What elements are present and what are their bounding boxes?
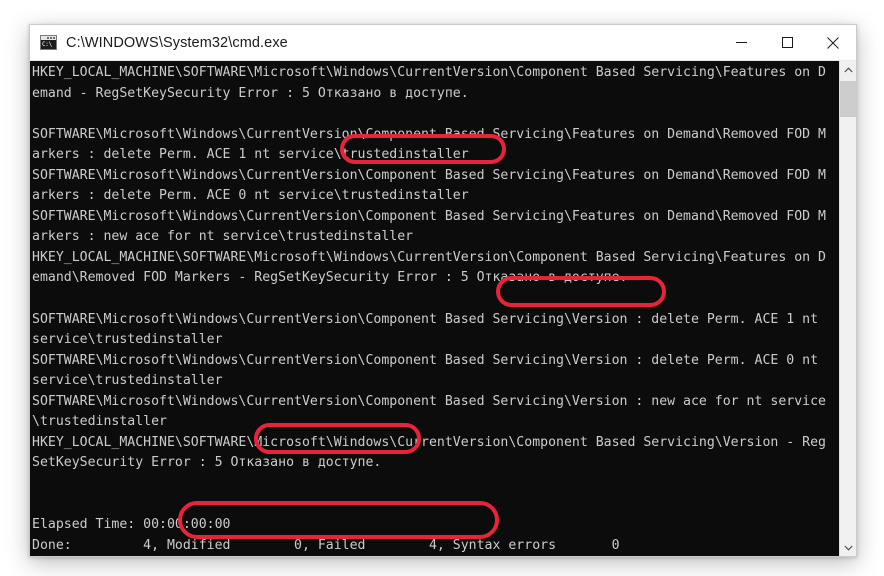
close-button[interactable] — [810, 25, 856, 60]
console-line: SOFTWARE\Microsoft\Windows\CurrentVersio… — [32, 126, 826, 142]
window-controls — [718, 25, 856, 60]
window-title: C:\WINDOWS\System32\cmd.exe — [66, 34, 288, 51]
console-line: HKEY_LOCAL_MACHINE\SOFTWARE\Microsoft\Wi… — [32, 65, 826, 80]
console-line: SOFTWARE\Microsoft\Windows\CurrentVersio… — [32, 167, 826, 183]
console-line: SOFTWARE\Microsoft\Windows\CurrentVersio… — [32, 208, 826, 224]
console-line: SOFTWARE\Microsoft\Windows\CurrentVersio… — [32, 352, 819, 368]
console-line: Elapsed Time: 00:00:00:00 — [32, 517, 231, 533]
cmd-console-icon: C:\ — [40, 35, 57, 50]
console-line: \trustedinstaller — [32, 414, 167, 430]
scrollbar-down-button[interactable] — [840, 539, 856, 556]
console-line: arkers : delete Perm. ACE 0 nt service\t… — [32, 188, 469, 204]
console-line: service\trustedinstaller — [32, 332, 223, 348]
icon-dot — [47, 37, 49, 39]
console-line: service\trustedinstaller — [32, 373, 223, 389]
console-line: SOFTWARE\Microsoft\Windows\CurrentVersio… — [32, 311, 819, 327]
scrollbar-up-button[interactable] — [840, 61, 856, 78]
console-line: HKEY_LOCAL_MACHINE\SOFTWARE\Microsoft\Wi… — [32, 249, 826, 265]
console-line: emand - RegSetKeySecurity Error : 5 Отка… — [32, 85, 469, 101]
console-text: HKEY_LOCAL_MACHINE\SOFTWARE\Microsoft\Wi… — [30, 61, 839, 556]
console-line: emand\Removed FOD Markers - RegSetKeySec… — [32, 270, 628, 286]
console-line: SetKeySecurity Error : 5 Отказано в дост… — [32, 455, 382, 471]
icon-dot — [50, 37, 52, 39]
scrollbar-thumb[interactable] — [840, 81, 856, 117]
minimize-button[interactable] — [718, 25, 764, 60]
title-bar[interactable]: C:\ C:\WINDOWS\System32\cmd.exe — [30, 25, 856, 61]
console-output-area[interactable]: HKEY_LOCAL_MACHINE\SOFTWARE\Microsoft\Wi… — [30, 61, 856, 556]
console-line: SOFTWARE\Microsoft\Windows\CurrentVersio… — [32, 393, 826, 409]
maximize-button[interactable] — [764, 25, 810, 60]
cmd-window: C:\ C:\WINDOWS\System32\cmd.exe HKEY_LOC… — [29, 24, 857, 557]
console-line: arkers : delete Perm. ACE 1 nt service\t… — [32, 147, 469, 163]
icon-dot — [53, 37, 55, 39]
icon-prompt-text: C:\ — [41, 40, 56, 49]
scrollbar-track[interactable] — [840, 78, 856, 539]
console-line: arkers : new ace for nt service\trustedi… — [32, 229, 414, 245]
console-scrollbar[interactable] — [839, 61, 856, 556]
console-line: Done: 4, Modified 0, Failed 4, Syntax er… — [32, 537, 620, 553]
console-line: HKEY_LOCAL_MACHINE\SOFTWARE\Microsoft\Wi… — [32, 434, 826, 450]
